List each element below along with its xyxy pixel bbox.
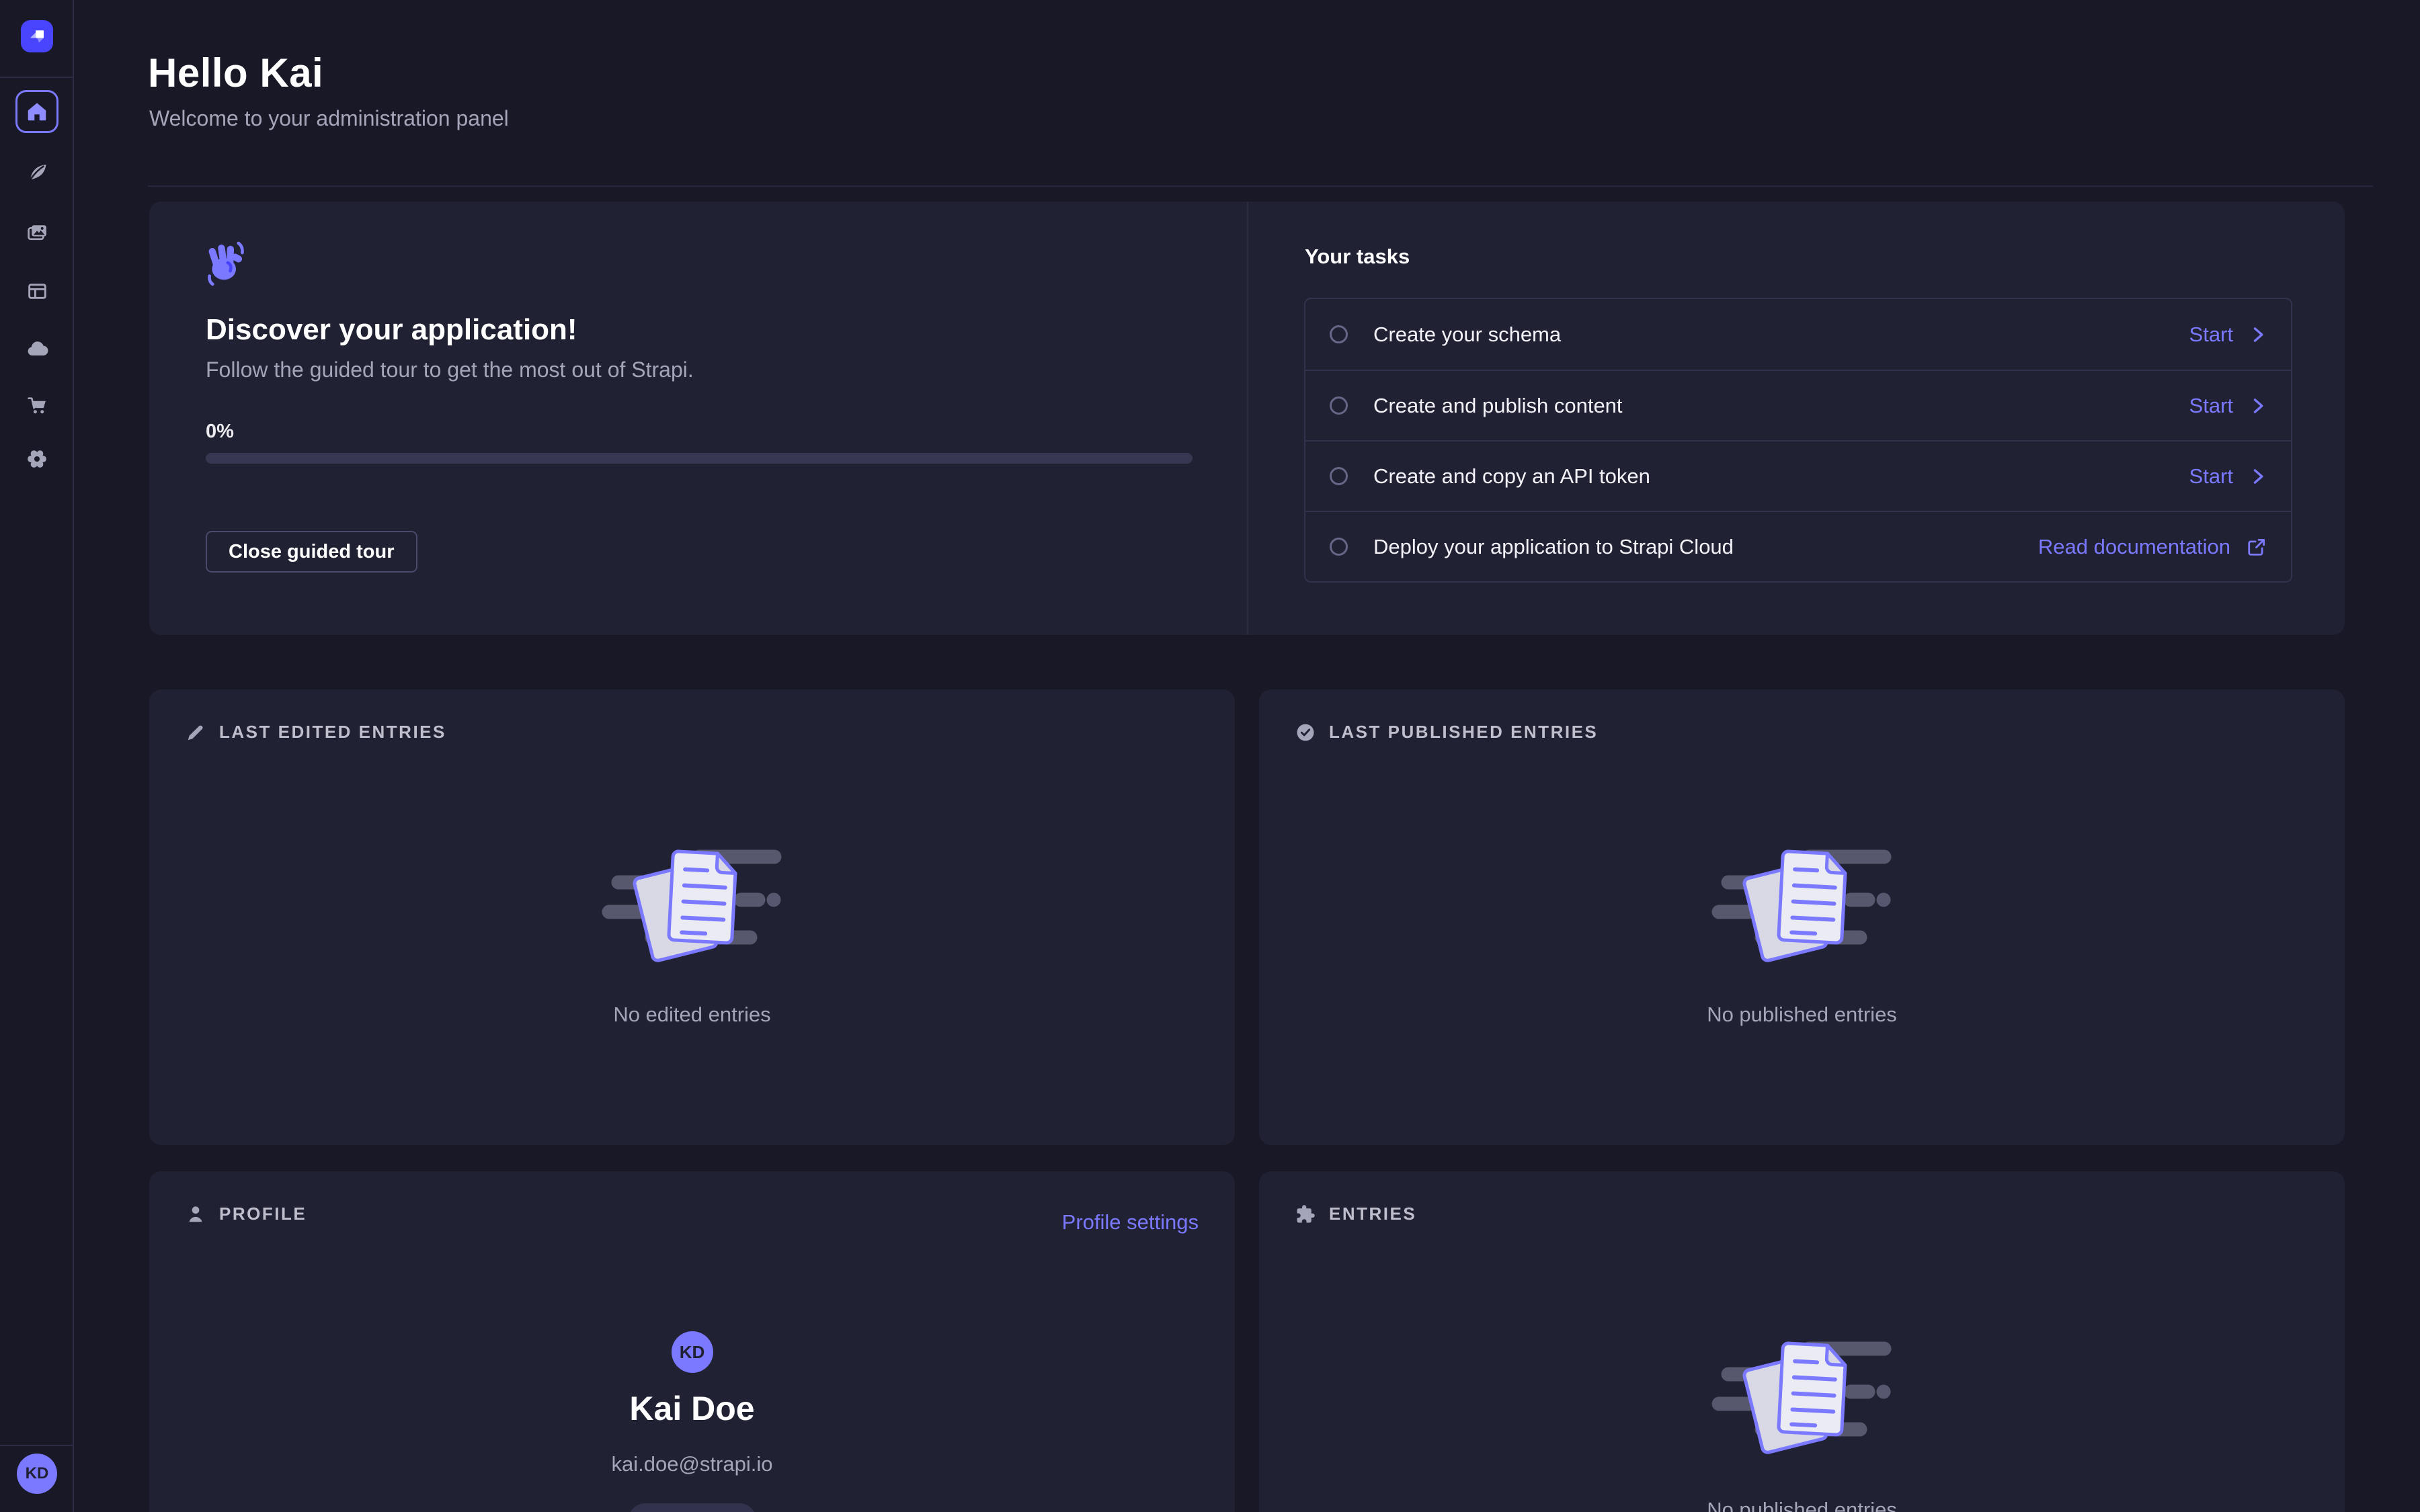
task-list: Create your schema Start Create and publ… xyxy=(1304,298,2292,583)
sidebar-item-marketplace[interactable] xyxy=(22,390,52,420)
sidebar-item-home[interactable] xyxy=(15,90,58,133)
empty-documents-illustration xyxy=(1708,1333,1896,1464)
user-avatar[interactable]: KD xyxy=(17,1454,57,1494)
task-row: Create your schema Start xyxy=(1305,299,2291,370)
task-label: Deploy your application to Strapi Cloud xyxy=(1373,535,1734,559)
empty-state-caption: No published entries xyxy=(1259,1003,2345,1027)
widget-title: LAST PUBLISHED ENTRIES xyxy=(1329,722,1598,743)
entries-card: ENTRIES No published entries xyxy=(1259,1171,2345,1512)
page-subtitle: Welcome to your administration panel xyxy=(149,106,509,131)
widget-title: ENTRIES xyxy=(1329,1204,1416,1224)
chevron-right-icon xyxy=(2249,468,2267,485)
task-status-circle-icon xyxy=(1330,538,1348,556)
feather-icon xyxy=(26,162,48,184)
task-status-circle-icon xyxy=(1330,467,1348,485)
page-title: Hello Kai xyxy=(148,50,323,96)
header-divider xyxy=(148,185,2373,187)
sidebar-divider xyxy=(0,77,74,78)
widget-header: LAST EDITED ENTRIES xyxy=(186,722,446,743)
guided-tour-title: Discover your application! xyxy=(206,313,577,347)
widget-title: PROFILE xyxy=(219,1204,307,1224)
chevron-right-icon xyxy=(2249,326,2267,343)
strapi-logo[interactable] xyxy=(21,20,53,52)
widget-header: LAST PUBLISHED ENTRIES xyxy=(1295,722,1598,743)
sidebar-item-settings[interactable] xyxy=(22,444,52,474)
empty-documents-illustration xyxy=(598,841,787,972)
widget-title: LAST EDITED ENTRIES xyxy=(219,722,446,743)
empty-documents-illustration xyxy=(1708,841,1896,972)
task-label: Create and publish content xyxy=(1373,394,1623,418)
guided-tour-progress-label: 0% xyxy=(206,421,234,443)
layout-icon xyxy=(26,280,48,302)
sidebar: KD xyxy=(0,0,74,1512)
task-start-link[interactable]: Start xyxy=(2189,394,2267,418)
sidebar-divider xyxy=(0,1445,74,1446)
home-icon xyxy=(26,100,48,123)
external-link-icon xyxy=(2247,537,2267,557)
task-start-link[interactable]: Start xyxy=(2189,464,2267,489)
profile-email: kai.doe@strapi.io xyxy=(149,1452,1235,1476)
guided-tour-description: Follow the guided tour to get the most o… xyxy=(206,358,694,382)
empty-state-caption: No published entries xyxy=(1259,1498,2345,1512)
last-published-entries-card: LAST PUBLISHED ENTRIES No published entr… xyxy=(1259,689,2345,1145)
task-row: Create and copy an API token Start xyxy=(1305,440,2291,511)
task-start-link[interactable]: Start xyxy=(2189,323,2267,347)
task-read-documentation-link[interactable]: Read documentation xyxy=(2038,535,2267,559)
check-circle-icon xyxy=(1295,722,1316,743)
last-edited-entries-card: LAST EDITED ENTRIES No edited entries xyxy=(149,689,1235,1145)
task-status-circle-icon xyxy=(1330,396,1348,415)
task-status-circle-icon xyxy=(1330,325,1348,343)
gear-icon xyxy=(26,448,48,470)
strapi-logo-icon xyxy=(27,26,47,46)
tasks-panel: Your tasks Create your schema Start Crea… xyxy=(1248,202,2345,635)
task-label: Create and copy an API token xyxy=(1373,464,1650,489)
cloud-icon xyxy=(26,338,48,361)
close-guided-tour-button[interactable]: Close guided tour xyxy=(206,531,417,573)
sidebar-item-content-type-builder[interactable] xyxy=(22,158,52,187)
guided-tour-progress-bar xyxy=(206,453,1193,464)
tasks-title: Your tasks xyxy=(1305,245,1410,269)
puzzle-icon xyxy=(1295,1204,1316,1224)
sidebar-item-cloud[interactable] xyxy=(22,335,52,364)
media-library-icon xyxy=(26,221,48,243)
sidebar-item-content-manager[interactable] xyxy=(22,276,52,306)
profile-role-badge xyxy=(629,1503,756,1512)
pencil-icon xyxy=(186,722,206,743)
task-label: Create your schema xyxy=(1373,323,1561,347)
empty-state-caption: No edited entries xyxy=(149,1003,1235,1027)
cart-icon xyxy=(26,394,48,417)
task-row: Create and publish content Start xyxy=(1305,370,2291,440)
chevron-right-icon xyxy=(2249,397,2267,415)
task-row: Deploy your application to Strapi Cloud … xyxy=(1305,511,2291,581)
guided-tour-card: Discover your application! Follow the gu… xyxy=(149,202,2345,635)
profile-card: PROFILE Profile settings KD Kai Doe kai.… xyxy=(149,1171,1235,1512)
guided-tour-intro: Discover your application! Follow the gu… xyxy=(149,202,1247,635)
profile-avatar: KD xyxy=(672,1331,713,1373)
person-icon xyxy=(186,1204,206,1224)
profile-name: Kai Doe xyxy=(149,1389,1235,1428)
profile-settings-link[interactable]: Profile settings xyxy=(1062,1210,1199,1234)
sidebar-item-media-library[interactable] xyxy=(22,217,52,247)
widget-header: PROFILE xyxy=(186,1204,307,1224)
widget-header: ENTRIES xyxy=(1295,1204,1416,1224)
waving-hand-icon xyxy=(206,239,246,286)
